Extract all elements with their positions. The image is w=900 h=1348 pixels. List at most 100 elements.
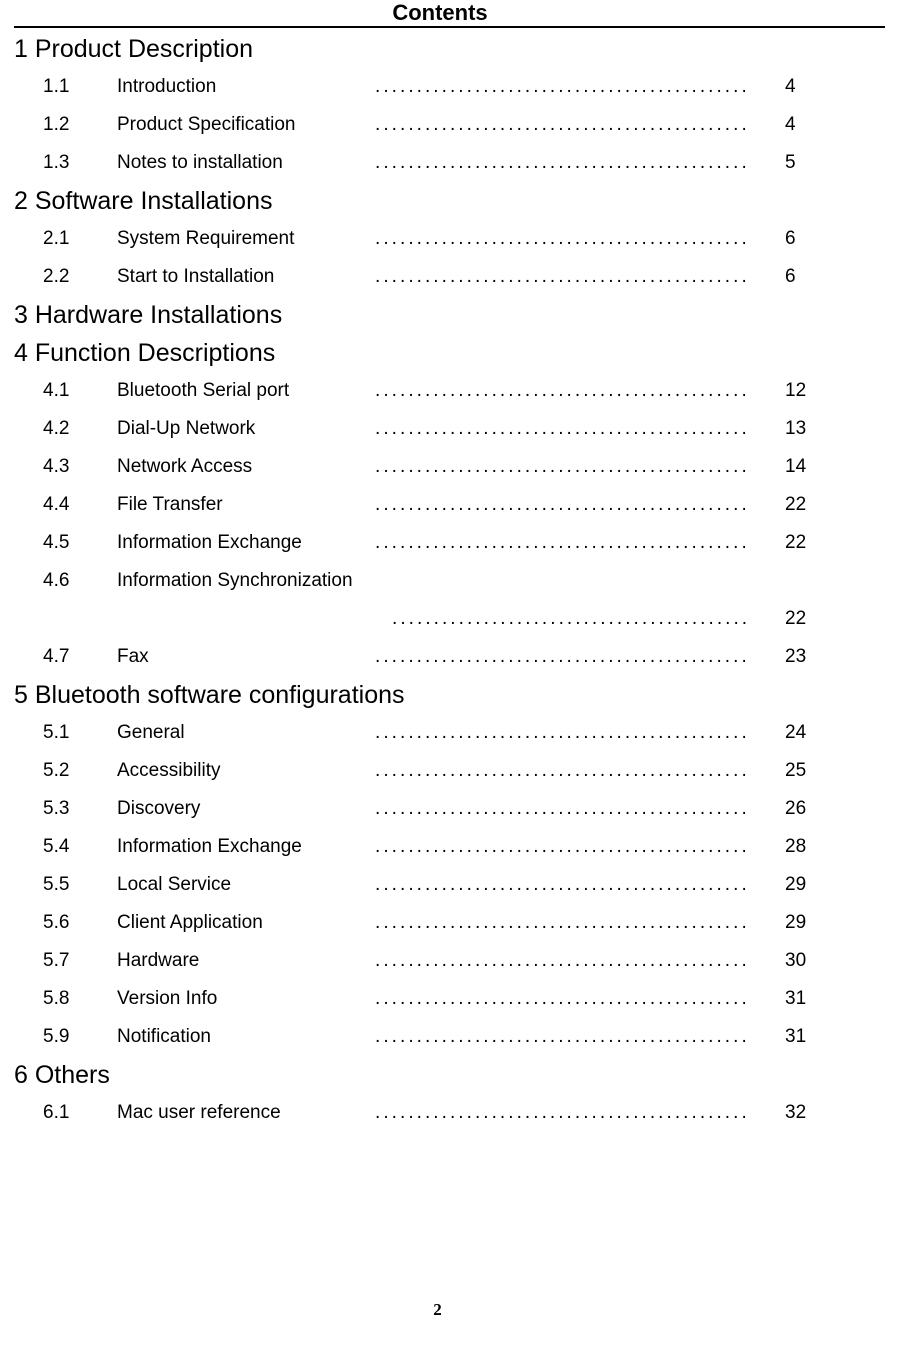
toc-entry-title: Notes to installation	[117, 152, 283, 173]
toc-entry-page-number: 30	[785, 950, 807, 971]
toc-entry[interactable]: 5.6 Client Application...................…	[0, 904, 900, 942]
toc-entry-title: Start to Installation	[117, 266, 275, 287]
toc-entry-leader-dots: ........................................…	[375, 1102, 747, 1123]
toc-entry-number: 5.1	[43, 722, 70, 743]
toc-entry-number: 1.2	[43, 114, 70, 135]
toc-entry[interactable]: 5.1 General..............................…	[0, 714, 900, 752]
toc-entry-title: Fax	[117, 646, 149, 667]
toc-entry[interactable]: 2.1 System Requirement...................…	[0, 220, 900, 258]
toc-entry-title: Accessibility	[117, 760, 221, 781]
page-number-footer: 2	[433, 1300, 442, 1319]
toc-entry[interactable]: 4.6 Information Synchronization..........…	[0, 562, 900, 638]
toc-entry-title: System Requirement	[117, 228, 295, 249]
toc-entry-title: Hardware	[117, 950, 200, 971]
toc-entry-page-number: 14	[785, 456, 807, 477]
toc-entry-number: 5.6	[43, 912, 70, 933]
toc-entry[interactable]: 5.3 Discovery............................…	[0, 790, 900, 828]
toc-entry-leader-dots: ........................................…	[375, 532, 747, 553]
toc-entry-title: Information Exchange	[117, 532, 302, 553]
toc-entry-page-number: 13	[785, 418, 807, 439]
toc-entry-leader-dots: ........................................…	[375, 228, 747, 249]
toc-entry-page-number: 28	[785, 836, 807, 857]
toc-entry-leader-dots: ........................................…	[375, 380, 747, 401]
toc-entry-leader-dots: ........................................…	[375, 418, 747, 439]
toc-chapter-heading[interactable]: 5 Bluetooth software configurations	[0, 676, 900, 714]
toc-entry-page-number: 32	[785, 1102, 807, 1123]
toc-entry-page-number: 26	[785, 798, 807, 819]
toc-entry-title: Mac user reference	[117, 1102, 281, 1123]
toc-entry[interactable]: 2.2 Start to Installation................…	[0, 258, 900, 296]
toc-entry-number: 5.4	[43, 836, 70, 857]
table-of-contents: 1 Product Description 1.1 Introduction....…	[0, 30, 900, 1132]
toc-entry-page-number: 5	[785, 152, 796, 173]
toc-entry-leader-dots: ........................................…	[375, 152, 747, 173]
toc-entry-leader-dots: ........................................…	[375, 494, 747, 515]
toc-chapter-heading[interactable]: 4 Function Descriptions	[0, 334, 900, 372]
toc-entry[interactable]: 4.4 File Transfer........................…	[0, 486, 900, 524]
toc-entry[interactable]: 4.5 Information Exchange.................…	[0, 524, 900, 562]
toc-entry-number: 4.5	[43, 532, 70, 553]
toc-entry-title: Dial-Up Network	[117, 418, 256, 439]
toc-entry-page-number: 12	[785, 380, 807, 401]
toc-entry-title: Information Exchange	[117, 836, 302, 857]
toc-entry-number: 5.3	[43, 798, 70, 819]
toc-chapter-heading[interactable]: 2 Software Installations	[0, 182, 900, 220]
toc-entry-leader-dots: ........................................…	[375, 798, 747, 819]
toc-entry-leader-dots: ........................................…	[375, 950, 747, 971]
toc-entry-leader-dots: ........................................…	[375, 760, 747, 781]
toc-entry[interactable]: 5.9 Notification.........................…	[0, 1018, 900, 1056]
toc-entry-page-number: 31	[785, 1026, 807, 1047]
toc-entry-number: 5.5	[43, 874, 70, 895]
toc-chapter-heading[interactable]: 1 Product Description	[0, 30, 900, 68]
toc-entry[interactable]: 4.7 Fax..................................…	[0, 638, 900, 676]
toc-entry-title: Information Synchronization	[117, 570, 353, 591]
toc-entry-page-number: 25	[785, 760, 807, 781]
toc-entry-leader-dots: ........................................…	[375, 874, 747, 895]
toc-entry[interactable]: 1.3 Notes to installation................…	[0, 144, 900, 182]
toc-entry-leader-dots: ........................................…	[375, 76, 747, 97]
toc-entry-title: General	[117, 722, 185, 743]
toc-entry-title: Version Info	[117, 988, 218, 1009]
toc-entry-leader-dots: ........................................…	[392, 608, 747, 629]
toc-entry-page-number: 29	[785, 912, 807, 933]
toc-entry-number: 4.4	[43, 494, 70, 515]
toc-entry-number: 5.9	[43, 1026, 70, 1047]
toc-entry[interactable]: 6.1 Mac user reference...................…	[0, 1094, 900, 1132]
toc-entry-page-number: 6	[785, 266, 796, 287]
toc-entry[interactable]: 4.3 Network Access.......................…	[0, 448, 900, 486]
toc-entry-page-number: 6	[785, 228, 796, 249]
toc-entry-number: 5.7	[43, 950, 70, 971]
toc-entry[interactable]: 5.7 Hardware.............................…	[0, 942, 900, 980]
toc-entry[interactable]: 5.4 Information Exchange.................…	[0, 828, 900, 866]
toc-entry-leader-dots: ........................................…	[375, 266, 747, 287]
toc-entry-title: Introduction	[117, 76, 217, 97]
toc-entry-number: 2.1	[43, 228, 70, 249]
toc-chapter-heading[interactable]: 3 Hardware Installations	[0, 296, 900, 334]
toc-entry-number: 4.1	[43, 380, 70, 401]
toc-entry-page-number: 31	[785, 988, 807, 1009]
toc-entry-number: 4.3	[43, 456, 70, 477]
toc-entry[interactable]: 5.2 Accessibility........................…	[0, 752, 900, 790]
toc-entry[interactable]: 5.5 Local Service........................…	[0, 866, 900, 904]
toc-entry-page-number: 22	[785, 608, 807, 629]
toc-entry-leader-dots: ........................................…	[375, 1026, 747, 1047]
toc-entry[interactable]: 1.2 Product Specification................…	[0, 106, 900, 144]
toc-entry-page-number: 29	[785, 874, 807, 895]
toc-chapter-heading[interactable]: 6 Others	[0, 1056, 900, 1094]
toc-entry-page-number: 4	[785, 114, 796, 135]
toc-entry-number: 4.6	[43, 570, 70, 591]
toc-entry[interactable]: 4.2 Dial-Up Network......................…	[0, 410, 900, 448]
toc-entry-leader-dots: ........................................…	[375, 456, 747, 477]
toc-entry-title: Discovery	[117, 798, 201, 819]
toc-entry[interactable]: 1.1 Introduction.........................…	[0, 68, 900, 106]
toc-entry-title: Client Application	[117, 912, 263, 933]
toc-entry-title: Notification	[117, 1026, 211, 1047]
toc-entry[interactable]: 4.1 Bluetooth Serial port................…	[0, 372, 900, 410]
toc-entry-page-number: 22	[785, 494, 807, 515]
toc-entry-leader-dots: ........................................…	[375, 722, 747, 743]
toc-entry-title: Local Service	[117, 874, 232, 895]
toc-entry[interactable]: 5.8 Version Info.........................…	[0, 980, 900, 1018]
toc-entry-number: 4.7	[43, 646, 70, 667]
toc-entry-leader-dots: ........................................…	[375, 836, 747, 857]
toc-entry-page-number: 24	[785, 722, 807, 743]
